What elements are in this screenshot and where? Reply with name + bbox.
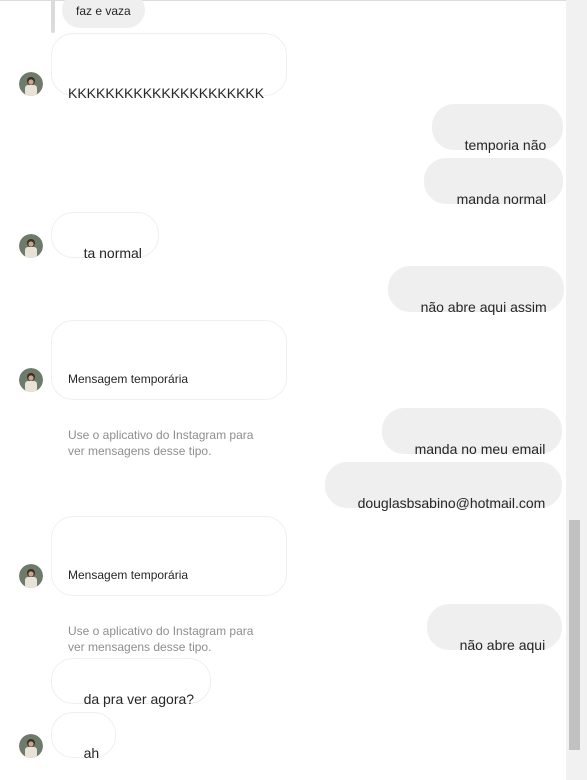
message-text: KKKKKKKKKKKKKKKKKKKKK [68,85,265,101]
message-bubble-sent[interactable]: manda normal [424,158,564,207]
message-text: temporia não [464,137,547,153]
message-bubble-sent[interactable]: não abre aqui assim [388,266,564,315]
temporary-message-bubble[interactable]: Mensagem temporária Use o aplicativo do … [51,516,287,654]
message-bubble-received[interactable]: ta normal [51,212,159,261]
temporary-message-title: Mensagem temporária [68,568,189,582]
temporary-message-subtitle: Use o aplicativo do Instagram para ver m… [68,624,257,654]
message-text: manda no meu email [414,441,546,457]
avatar[interactable] [19,368,43,392]
message-text: não abre aqui [459,637,546,653]
reply-quote-bar [51,0,55,33]
message-text: manda normal [456,191,547,207]
reply-preview[interactable]: faz e vaza [62,0,145,28]
message-bubble-sent[interactable]: douglasbsabino@hotmail.com [325,462,563,511]
message-bubble-sent[interactable]: manda no meu email [382,408,563,457]
avatar[interactable] [19,234,43,258]
message-bubble-sent[interactable]: temporia não [432,104,564,153]
message-text: da pra ver agora? [83,691,195,707]
avatar-photo-icon [19,72,43,96]
chat-thread: faz e vaza KKKKKKKKKKKKKKKKKKKKK tempori… [0,0,566,780]
message-text: não abre aqui assim [420,299,547,315]
avatar[interactable] [19,734,43,758]
message-bubble-received[interactable]: KKKKKKKKKKKKKKKKKKKKK [51,33,287,101]
message-bubble-received[interactable]: ah [51,712,117,761]
scrollbar-thumb[interactable] [569,520,580,750]
message-text: ah [83,745,100,761]
avatar-photo-icon [19,234,43,258]
avatar[interactable] [19,564,43,588]
message-text: douglasbsabino@hotmail.com [357,495,546,511]
temporary-message-title: Mensagem temporária [68,372,189,386]
avatar[interactable] [19,72,43,96]
avatar-photo-icon [19,368,43,392]
avatar-photo-icon [19,564,43,588]
message-text: ta normal [83,245,142,261]
temporary-message-subtitle: Use o aplicativo do Instagram para ver m… [68,428,257,458]
message-bubble-sent[interactable]: não abre aqui [427,604,563,653]
message-bubble-received[interactable]: da pra ver agora? [51,658,212,707]
avatar-photo-icon [19,734,43,758]
temporary-message-bubble[interactable]: Mensagem temporária Use o aplicativo do … [51,320,287,458]
